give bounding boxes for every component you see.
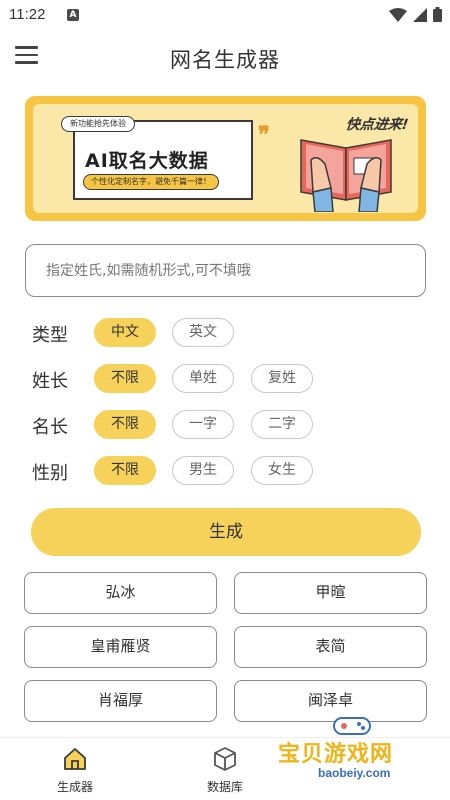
option-label: 姓长 <box>32 371 68 392</box>
signal-icon <box>413 7 427 22</box>
home-icon <box>64 748 86 770</box>
nav-label: 生成器 <box>56 780 93 794</box>
result-name-card[interactable]: 皇甫雁贤 <box>24 626 217 668</box>
nav-label: 数据库 <box>206 780 243 794</box>
result-name-card[interactable]: 甲暄 <box>234 572 427 614</box>
banner-pill: 新功能抢先体验 <box>61 116 135 132</box>
option-row-name-length: 名长 不限 一字 二字 <box>32 410 432 440</box>
app-bar: 网名生成器 <box>0 38 450 78</box>
option-row-type: 类型 中文 英文 <box>32 318 432 348</box>
chip-surname-any[interactable]: 不限 <box>94 364 156 393</box>
option-label: 名长 <box>32 417 68 438</box>
battery-icon <box>433 7 442 22</box>
promo-banner[interactable]: AI取名大数据 个性化定制名字，避免千篇一律！ 新功能抢先体验 ❞ 快点进来! <box>25 96 426 221</box>
result-name-card[interactable]: 闽泽卓 <box>234 680 427 722</box>
banner-card: AI取名大数据 个性化定制名字，避免千篇一律！ <box>73 120 253 200</box>
nav-item-database[interactable]: 数据库 <box>185 746 265 795</box>
status-icons <box>389 7 442 22</box>
bottom-nav: 生成器 数据库 <box>0 737 450 800</box>
result-name-card[interactable]: 弘冰 <box>24 572 217 614</box>
status-time: 11:22 <box>9 6 46 23</box>
option-row-surname-length: 姓长 不限 单姓 复姓 <box>32 364 432 394</box>
chip-type-chinese[interactable]: 中文 <box>94 318 156 347</box>
quote-icon: ❞ <box>258 122 270 148</box>
chip-gender-any[interactable]: 不限 <box>94 456 156 485</box>
banner-title: AI取名大数据 <box>85 150 209 172</box>
surname-input[interactable] <box>25 244 426 297</box>
chip-type-english[interactable]: 英文 <box>172 318 234 347</box>
option-row-gender: 性别 不限 男生 女生 <box>32 456 432 486</box>
generate-button[interactable]: 生成 <box>31 508 421 556</box>
chip-gender-male[interactable]: 男生 <box>172 456 234 485</box>
result-name-card[interactable]: 表简 <box>234 626 427 668</box>
book-hands-icon <box>300 139 392 212</box>
option-label: 类型 <box>32 325 68 346</box>
banner-inner: AI取名大数据 个性化定制名字，避免千篇一律！ 新功能抢先体验 ❞ 快点进来! <box>33 104 418 213</box>
chip-surname-single[interactable]: 单姓 <box>172 364 234 393</box>
nav-item-generator[interactable]: 生成器 <box>35 746 115 795</box>
chip-name-any[interactable]: 不限 <box>94 410 156 439</box>
chip-gender-female[interactable]: 女生 <box>251 456 313 485</box>
chip-name-one[interactable]: 一字 <box>172 410 234 439</box>
option-label: 性别 <box>32 463 68 484</box>
notification-icon: A <box>67 9 79 21</box>
chip-surname-compound[interactable]: 复姓 <box>251 364 313 393</box>
page-title: 网名生成器 <box>170 48 280 72</box>
chip-name-two[interactable]: 二字 <box>251 410 313 439</box>
result-name-card[interactable]: 肖福厚 <box>24 680 217 722</box>
status-bar: 11:22 A <box>0 0 450 32</box>
cube-icon <box>214 747 236 771</box>
wifi-icon <box>389 7 407 22</box>
banner-subtitle: 个性化定制名字，避免千篇一律！ <box>83 174 219 190</box>
